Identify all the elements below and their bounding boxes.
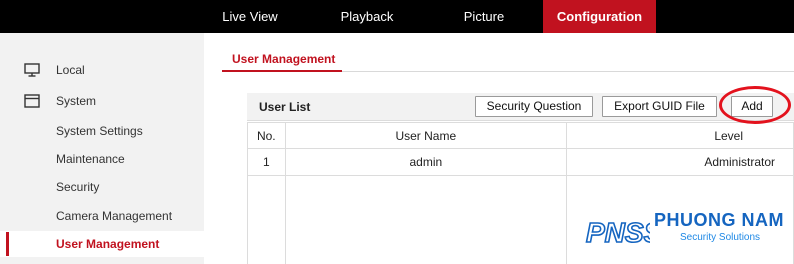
column-header-level[interactable]: Level <box>566 122 794 149</box>
cell-user-name: admin <box>284 148 568 176</box>
sidebar-item-system[interactable]: System <box>0 88 204 114</box>
sidebar-item-user-management[interactable]: User Management <box>0 231 204 257</box>
logo-tagline-text: Security Solutions <box>680 232 761 243</box>
security-question-button[interactable]: Security Question <box>475 96 593 117</box>
export-guid-file-button[interactable]: Export GUID File <box>602 96 717 117</box>
nav-configuration[interactable]: Configuration <box>543 0 656 33</box>
table-header-row: No. User Name Level <box>247 122 794 149</box>
annotation-circle <box>719 86 791 124</box>
sidebar-item-label: System <box>56 94 97 108</box>
tab-user-management[interactable]: User Management <box>222 50 345 72</box>
pnss-logo-mark: PNSS <box>585 216 663 249</box>
window-icon <box>24 94 40 108</box>
tab-active-indicator <box>222 70 342 72</box>
top-nav-bar: Live View Playback Picture Configuration <box>0 0 794 33</box>
user-list-toolbar: User List Security Question Export GUID … <box>247 93 794 121</box>
sidebar-item-local[interactable]: Local <box>0 57 204 83</box>
cell-level: Administrator <box>566 148 794 176</box>
sidebar-item-maintenance[interactable]: Maintenance <box>0 146 204 172</box>
sidebar-item-label: Local <box>56 63 85 77</box>
empty-cell <box>247 175 286 264</box>
empty-cell <box>284 175 568 264</box>
tab-divider <box>342 71 794 72</box>
column-header-no[interactable]: No. <box>247 122 286 149</box>
watermark-logo: PNSS PHUONG NAM Security Solutions <box>584 208 794 252</box>
nav-live-view[interactable]: Live View <box>210 0 290 33</box>
sidebar-item-security[interactable]: Security <box>0 174 204 200</box>
logo-mark-text: PNSS <box>586 217 650 248</box>
column-header-user-name[interactable]: User Name <box>284 122 568 149</box>
table-row[interactable]: 1 admin Administrator <box>247 148 794 176</box>
user-list-title: User List <box>259 100 311 114</box>
sidebar: Local System System Settings Maintenance… <box>0 33 204 264</box>
sidebar-item-system-settings[interactable]: System Settings <box>0 118 204 144</box>
monitor-icon <box>24 63 40 77</box>
nav-playback[interactable]: Playback <box>325 0 409 33</box>
cell-no: 1 <box>247 148 286 176</box>
logo-brand-text: PHUONG NAM <box>654 210 784 230</box>
app-root: Live View Playback Picture Configuration… <box>0 0 794 264</box>
sidebar-item-camera-management[interactable]: Camera Management <box>0 203 204 229</box>
nav-picture[interactable]: Picture <box>447 0 521 33</box>
